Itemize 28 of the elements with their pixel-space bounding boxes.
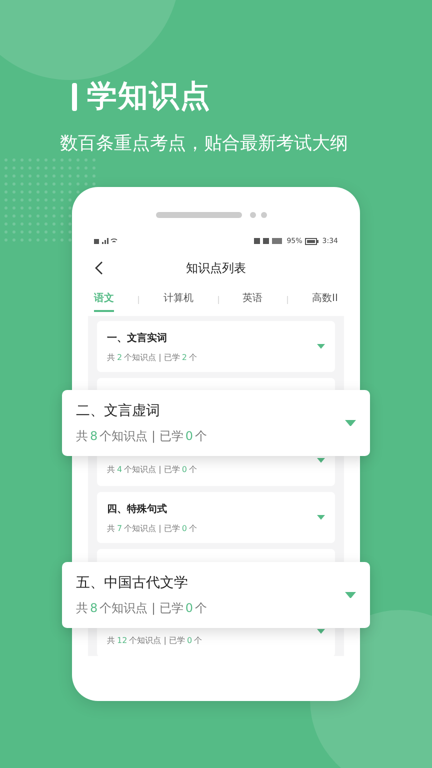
accent-bar [72, 82, 77, 110]
subject-tab[interactable]: 计算机 [163, 288, 194, 312]
status-icons [254, 237, 284, 245]
subject-tab[interactable]: 高数II [312, 288, 338, 312]
topic-title: 五、中国古代文学 [76, 574, 189, 592]
back-icon[interactable] [94, 261, 104, 275]
dropdown-caret-icon[interactable] [317, 344, 325, 349]
subject-tab[interactable]: 英语 [242, 288, 263, 312]
topic-card[interactable]: 一、文言实词 共 2 个知识点 | 已学 2 个 [97, 321, 335, 372]
dropdown-caret-icon[interactable] [317, 515, 325, 520]
knowledge-count: 共 12 个知识点 | 已学 0 个 [107, 635, 202, 646]
knowledge-count: 共 2 个知识点 | 已学 2 个 [107, 352, 197, 362]
topic-card[interactable]: 四、特殊句式 共 7 个知识点 | 已学 0 个 [97, 492, 335, 543]
knowledge-count: 共 7 个知识点 | 已学 0 个 [107, 522, 197, 534]
topic-title: 四、特殊句式 [107, 502, 168, 516]
page-title: 知识点列表 [186, 260, 246, 276]
battery-icon [305, 238, 320, 244]
subheadline: 数百条重点考点，贴合最新考试大纲 [60, 132, 349, 155]
knowledge-count: 共 4 个知识点 | 已学 0 个 [107, 464, 197, 475]
dropdown-caret-icon[interactable] [345, 592, 356, 598]
dropdown-caret-icon[interactable] [317, 458, 325, 463]
topic-card-popup[interactable]: 二、文言虚词 共 8 个知识点 | 已学 0 个 [62, 390, 370, 456]
headline: 学知识点 [87, 78, 211, 116]
dropdown-caret-icon[interactable] [345, 420, 356, 426]
topic-title: 一、文言实词 [107, 331, 168, 344]
topic-card-popup[interactable]: 五、中国古代文学 共 8 个知识点 | 已学 0 个 [62, 562, 370, 628]
topic-title: 二、文言虚词 [76, 402, 161, 420]
signal-icon [94, 237, 118, 245]
